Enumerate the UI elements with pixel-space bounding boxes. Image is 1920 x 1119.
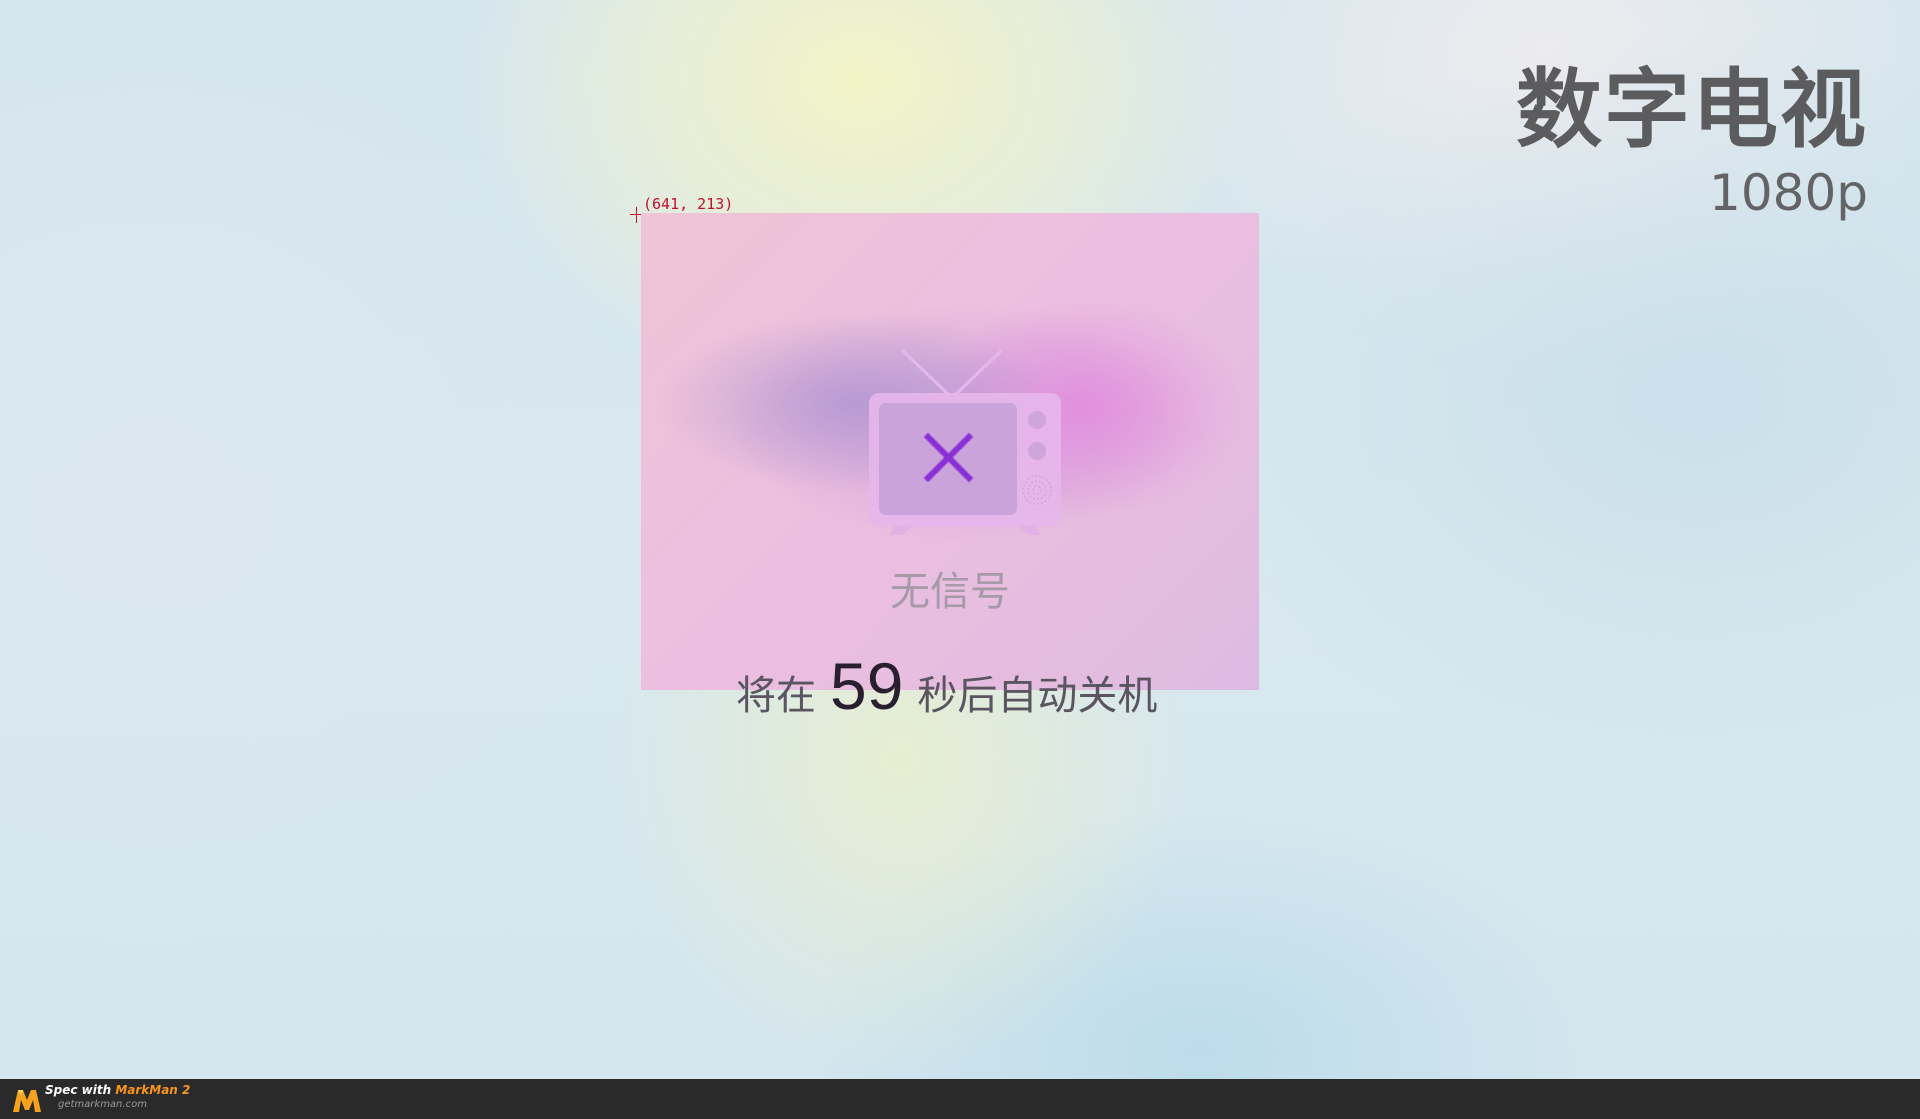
- countdown-suffix: 秒后自动关机: [917, 673, 1158, 719]
- channel-name: 数字电视: [1516, 60, 1868, 160]
- markman-url: getmarkman.com: [58, 1099, 147, 1110]
- markman-watermark-bar: Spec with MarkMan 2 getmarkman.com: [0, 1079, 1920, 1119]
- markman-tagline-prefix: Spec with: [45, 1083, 112, 1097]
- channel-resolution: 1080p: [1709, 164, 1868, 222]
- countdown-prefix: 将在: [736, 673, 816, 719]
- spec-coordinate-label: (641, 213): [643, 195, 734, 213]
- markman-tagline: Spec with MarkMan 2: [45, 1083, 190, 1098]
- shutdown-countdown: 将在 59 秒后自动关机: [0, 648, 1920, 728]
- markman-brand: MarkMan 2: [115, 1083, 191, 1097]
- countdown-seconds: 59: [830, 649, 904, 723]
- markman-logo-icon: [13, 1090, 41, 1112]
- tv-no-signal-icon: [869, 349, 1061, 535]
- no-signal-dialog: 无信号: [641, 213, 1259, 690]
- no-signal-text: 无信号: [890, 569, 1010, 615]
